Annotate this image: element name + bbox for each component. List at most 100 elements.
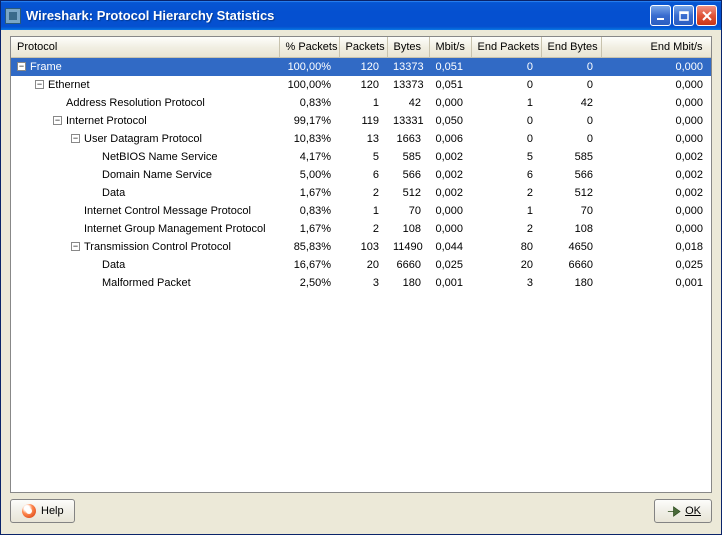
cell-endm: 0,000: [601, 220, 711, 238]
cell-packets: 13: [339, 130, 387, 148]
cell-packets: 120: [339, 76, 387, 94]
stats-table[interactable]: Protocol% PacketsPacketsBytesMbit/sEnd P…: [11, 37, 712, 292]
cell-endp: 0: [471, 112, 541, 130]
cell-endp: 1: [471, 94, 541, 112]
cell-bytes: 70: [387, 202, 429, 220]
table-row[interactable]: Internet Control Message Protocol0,83%17…: [11, 202, 711, 220]
cell-mbit: 0,006: [429, 130, 471, 148]
table-row[interactable]: Domain Name Service5,00%65660,00265660,0…: [11, 166, 711, 184]
cell-endb: 70: [541, 202, 601, 220]
cell-endp: 20: [471, 256, 541, 274]
cell-endb: 0: [541, 57, 601, 76]
cell-bytes: 585: [387, 148, 429, 166]
cell-endp: 0: [471, 76, 541, 94]
window-title: Wireshark: Protocol Hierarchy Statistics: [26, 8, 650, 23]
column-header[interactable]: End Packets: [471, 37, 541, 57]
cell-endp: 1: [471, 202, 541, 220]
protocol-label: Data: [102, 259, 125, 271]
cell-mbit: 0,051: [429, 76, 471, 94]
column-header[interactable]: Packets: [339, 37, 387, 57]
protocol-label: Address Resolution Protocol: [66, 97, 205, 109]
cell-bytes: 108: [387, 220, 429, 238]
ok-button[interactable]: OK: [654, 499, 712, 523]
table-row[interactable]: −User Datagram Protocol10,83%1316630,006…: [11, 130, 711, 148]
cell-endm: 0,000: [601, 76, 711, 94]
cell-pct: 0,83%: [279, 94, 339, 112]
tree-toggle-icon[interactable]: −: [71, 242, 80, 251]
client-area: Protocol% PacketsPacketsBytesMbit/sEnd P…: [4, 30, 718, 531]
cell-bytes: 13373: [387, 57, 429, 76]
help-button-label: Help: [41, 505, 64, 517]
tree-toggle-icon[interactable]: −: [17, 62, 26, 71]
table-row[interactable]: −Frame100,00%120133730,051000,000: [11, 57, 711, 76]
cell-mbit: 0,002: [429, 184, 471, 202]
column-header[interactable]: Mbit/s: [429, 37, 471, 57]
cell-endm: 0,025: [601, 256, 711, 274]
minimize-button[interactable]: [650, 5, 671, 26]
table-row[interactable]: Address Resolution Protocol0,83%1420,000…: [11, 94, 711, 112]
protocol-label: Internet Protocol: [66, 115, 147, 127]
help-button[interactable]: Help: [10, 499, 75, 523]
protocol-label: Frame: [30, 61, 62, 73]
cell-endm: 0,002: [601, 184, 711, 202]
cell-bytes: 180: [387, 274, 429, 292]
cell-endm: 0,002: [601, 148, 711, 166]
table-header-row[interactable]: Protocol% PacketsPacketsBytesMbit/sEnd P…: [11, 37, 711, 57]
cell-endm: 0,001: [601, 274, 711, 292]
table-body: −Frame100,00%120133730,051000,000−Ethern…: [11, 57, 711, 292]
cell-packets: 1: [339, 94, 387, 112]
stats-table-container: Protocol% PacketsPacketsBytesMbit/sEnd P…: [10, 36, 712, 493]
cell-endp: 80: [471, 238, 541, 256]
cell-endb: 180: [541, 274, 601, 292]
cell-endb: 6660: [541, 256, 601, 274]
cell-packets: 119: [339, 112, 387, 130]
column-header[interactable]: End Mbit/s: [601, 37, 711, 57]
cell-endp: 2: [471, 184, 541, 202]
cell-endm: 0,000: [601, 94, 711, 112]
titlebar[interactable]: Wireshark: Protocol Hierarchy Statistics: [1, 1, 721, 30]
cell-mbit: 0,044: [429, 238, 471, 256]
cell-endm: 0,000: [601, 57, 711, 76]
cell-bytes: 42: [387, 94, 429, 112]
column-header[interactable]: End Bytes: [541, 37, 601, 57]
cell-packets: 2: [339, 220, 387, 238]
table-row[interactable]: Data16,67%2066600,0252066600,025: [11, 256, 711, 274]
cell-endm: 0,018: [601, 238, 711, 256]
app-icon: [5, 8, 21, 24]
maximize-button[interactable]: [673, 5, 694, 26]
cell-endb: 0: [541, 76, 601, 94]
protocol-label: Data: [102, 187, 125, 199]
cell-mbit: 0,000: [429, 94, 471, 112]
table-row[interactable]: −Transmission Control Protocol85,83%1031…: [11, 238, 711, 256]
cell-mbit: 0,001: [429, 274, 471, 292]
cell-endb: 585: [541, 148, 601, 166]
cell-pct: 99,17%: [279, 112, 339, 130]
column-header[interactable]: % Packets: [279, 37, 339, 57]
cell-endm: 0,000: [601, 130, 711, 148]
table-row[interactable]: −Ethernet100,00%120133730,051000,000: [11, 76, 711, 94]
table-row[interactable]: −Internet Protocol99,17%119133310,050000…: [11, 112, 711, 130]
protocol-label: Transmission Control Protocol: [84, 241, 231, 253]
cell-bytes: 13331: [387, 112, 429, 130]
table-row[interactable]: NetBIOS Name Service4,17%55850,00255850,…: [11, 148, 711, 166]
cell-endb: 4650: [541, 238, 601, 256]
protocol-label: Internet Control Message Protocol: [84, 205, 251, 217]
close-button[interactable]: [696, 5, 717, 26]
table-row[interactable]: Internet Group Management Protocol1,67%2…: [11, 220, 711, 238]
tree-toggle-icon[interactable]: −: [53, 116, 62, 125]
table-row[interactable]: Data1,67%25120,00225120,002: [11, 184, 711, 202]
cell-endp: 3: [471, 274, 541, 292]
table-row[interactable]: Malformed Packet2,50%31800,00131800,001: [11, 274, 711, 292]
tree-toggle-icon[interactable]: −: [35, 80, 44, 89]
cell-packets: 6: [339, 166, 387, 184]
cell-mbit: 0,000: [429, 202, 471, 220]
cell-mbit: 0,002: [429, 166, 471, 184]
ok-button-label: OK: [685, 505, 701, 517]
column-header[interactable]: Protocol: [11, 37, 279, 57]
cell-endm: 0,002: [601, 166, 711, 184]
dialog-footer: Help OK: [10, 497, 712, 525]
cell-pct: 2,50%: [279, 274, 339, 292]
tree-toggle-icon[interactable]: −: [71, 134, 80, 143]
column-header[interactable]: Bytes: [387, 37, 429, 57]
cell-bytes: 13373: [387, 76, 429, 94]
